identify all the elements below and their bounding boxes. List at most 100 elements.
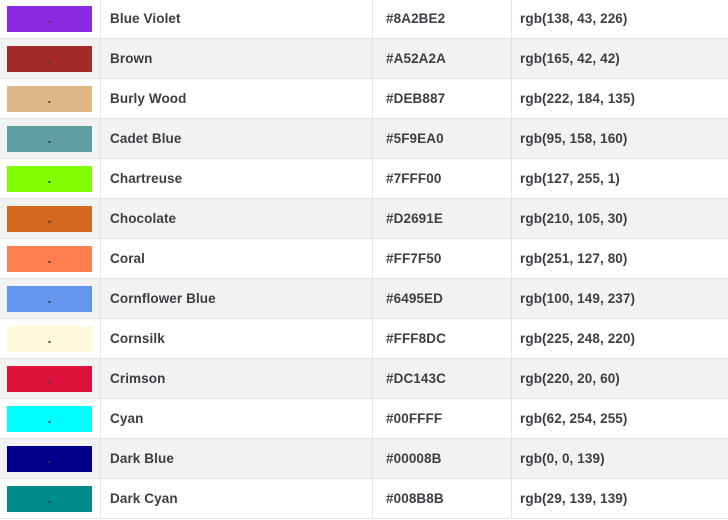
- color-swatch: .: [7, 45, 92, 72]
- color-name-cell: Blue Violet: [100, 0, 373, 39]
- color-rgb-cell-text: rgb(165, 42, 42): [520, 51, 620, 66]
- color-rgb-cell: rgb(220, 20, 60): [511, 358, 728, 399]
- color-swatch-wrapper: .: [0, 165, 100, 192]
- color-name-cell: Brown: [100, 38, 373, 79]
- color-swatch-cell: .: [0, 158, 101, 199]
- color-rgb-cell-text: rgb(220, 20, 60): [520, 371, 620, 386]
- table-row[interactable]: . Brown #A52A2A rgb(165, 42, 42): [0, 38, 728, 79]
- color-swatch: .: [7, 125, 92, 152]
- color-rgb-cell-text: rgb(210, 105, 30): [520, 211, 628, 226]
- color-swatch-cell: .: [0, 358, 101, 399]
- color-rgb-cell-text: rgb(225, 248, 220): [520, 331, 636, 346]
- color-swatch: .: [7, 365, 92, 392]
- table-row[interactable]: . Crimson #DC143C rgb(220, 20, 60): [0, 358, 728, 399]
- color-hex-cell-text: #FF7F50: [386, 251, 442, 266]
- color-swatch-cell: .: [0, 318, 101, 359]
- color-hex-cell: #DEB887: [372, 78, 512, 119]
- color-name-cell-text: Cyan: [110, 411, 144, 426]
- color-hex-cell-text: #00FFFF: [386, 411, 443, 426]
- color-swatch-wrapper: .: [0, 245, 100, 272]
- color-rgb-cell: rgb(210, 105, 30): [511, 198, 728, 239]
- color-hex-cell-text: #A52A2A: [386, 51, 446, 66]
- table-row[interactable]: . Chocolate #D2691E rgb(210, 105, 30): [0, 198, 728, 239]
- color-hex-cell: #D2691E: [372, 198, 512, 239]
- color-swatch-cell: .: [0, 478, 101, 519]
- color-rgb-cell: rgb(165, 42, 42): [511, 38, 728, 79]
- table-row[interactable]: . Cornsilk #FFF8DC rgb(225, 248, 220): [0, 318, 728, 359]
- color-hex-cell: #6495ED: [372, 278, 512, 319]
- color-hex-cell-text: #7FFF00: [386, 171, 442, 186]
- color-hex-cell-text: #5F9EA0: [386, 131, 444, 146]
- color-swatch-wrapper: .: [0, 5, 100, 32]
- color-swatch-cell: .: [0, 118, 101, 159]
- color-rgb-cell-text: rgb(62, 254, 255): [520, 411, 628, 426]
- color-swatch-wrapper: .: [0, 445, 100, 472]
- color-name-cell: Dark Cyan: [100, 478, 373, 519]
- table-row[interactable]: . Blue Violet #8A2BE2 rgb(138, 43, 226): [0, 0, 728, 39]
- color-swatch-wrapper: .: [0, 485, 100, 512]
- color-name-cell-text: Cadet Blue: [110, 131, 182, 146]
- color-rgb-cell: rgb(127, 255, 1): [511, 158, 728, 199]
- color-swatch: .: [7, 325, 92, 352]
- color-swatch-wrapper: .: [0, 125, 100, 152]
- color-rgb-cell-text: rgb(95, 158, 160): [520, 131, 628, 146]
- color-rgb-cell: rgb(222, 184, 135): [511, 78, 728, 119]
- color-swatch-cell: .: [0, 198, 101, 239]
- color-swatch: .: [7, 245, 92, 272]
- color-hex-cell-text: #8A2BE2: [386, 11, 446, 26]
- table-row[interactable]: . Chartreuse #7FFF00 rgb(127, 255, 1): [0, 158, 728, 199]
- color-swatch-cell: .: [0, 278, 101, 319]
- color-swatch-wrapper: .: [0, 85, 100, 112]
- color-swatch-cell: .: [0, 398, 101, 439]
- color-hex-cell: #5F9EA0: [372, 118, 512, 159]
- color-name-cell: Cyan: [100, 398, 373, 439]
- table-row[interactable]: . Dark Cyan #008B8B rgb(29, 139, 139): [0, 478, 728, 519]
- color-hex-cell: #A52A2A: [372, 38, 512, 79]
- color-rgb-cell-text: rgb(251, 127, 80): [520, 251, 628, 266]
- color-name-cell: Chartreuse: [100, 158, 373, 199]
- color-swatch-cell: .: [0, 0, 101, 39]
- color-swatch-cell: .: [0, 238, 101, 279]
- color-rgb-cell: rgb(0, 0, 139): [511, 438, 728, 479]
- color-name-cell: Cornflower Blue: [100, 278, 373, 319]
- color-hex-cell: #8A2BE2: [372, 0, 512, 39]
- color-name-cell: Cadet Blue: [100, 118, 373, 159]
- table-row[interactable]: . Dark Blue #00008B rgb(0, 0, 139): [0, 438, 728, 479]
- table-row[interactable]: . Cadet Blue #5F9EA0 rgb(95, 158, 160): [0, 118, 728, 159]
- color-name-cell-text: Brown: [110, 51, 153, 66]
- color-hex-cell: #DC143C: [372, 358, 512, 399]
- color-hex-cell-text: #008B8B: [386, 491, 444, 506]
- color-swatch-wrapper: .: [0, 405, 100, 432]
- table-row[interactable]: . Cyan #00FFFF rgb(62, 254, 255): [0, 398, 728, 439]
- color-reference-table: . Blue Violet #8A2BE2 rgb(138, 43, 226). Bro…: [0, 0, 728, 519]
- color-name-cell: Cornsilk: [100, 318, 373, 359]
- color-rgb-cell-text: rgb(222, 184, 135): [520, 91, 636, 106]
- color-swatch-wrapper: .: [0, 365, 100, 392]
- color-name-cell-text: Coral: [110, 251, 146, 266]
- color-swatch-wrapper: .: [0, 325, 100, 352]
- color-name-cell: Chocolate: [100, 198, 373, 239]
- color-hex-cell: #00008B: [372, 438, 512, 479]
- color-name-cell: Coral: [100, 238, 373, 279]
- color-hex-cell-text: #6495ED: [386, 291, 443, 306]
- color-swatch-cell: .: [0, 438, 101, 479]
- color-hex-cell: #00FFFF: [372, 398, 512, 439]
- color-name-cell-text: Dark Blue: [110, 451, 174, 466]
- table-row[interactable]: . Coral #FF7F50 rgb(251, 127, 80): [0, 238, 728, 279]
- color-name-cell-text: Chocolate: [110, 211, 177, 226]
- color-swatch: .: [7, 485, 92, 512]
- color-rgb-cell: rgb(95, 158, 160): [511, 118, 728, 159]
- color-name-cell-text: Crimson: [110, 371, 166, 386]
- table-row[interactable]: . Burly Wood #DEB887 rgb(222, 184, 135): [0, 78, 728, 119]
- color-hex-cell: #FF7F50: [372, 238, 512, 279]
- color-swatch: .: [7, 445, 92, 472]
- color-swatch-wrapper: .: [0, 45, 100, 72]
- color-swatch: .: [7, 5, 92, 32]
- color-rgb-cell-text: rgb(127, 255, 1): [520, 171, 620, 186]
- color-name-cell-text: Chartreuse: [110, 171, 183, 186]
- color-swatch-cell: .: [0, 38, 101, 79]
- color-rgb-cell: rgb(251, 127, 80): [511, 238, 728, 279]
- table-row[interactable]: . Cornflower Blue #6495ED rgb(100, 149, 237…: [0, 278, 728, 319]
- color-hex-cell: #008B8B: [372, 478, 512, 519]
- color-swatch: .: [7, 205, 92, 232]
